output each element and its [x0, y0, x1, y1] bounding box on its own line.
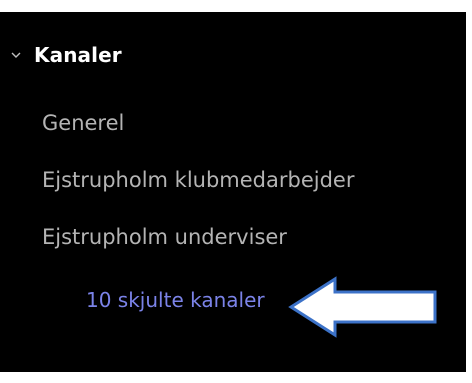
section-title: Kanaler: [34, 43, 122, 67]
channel-item-underviser[interactable]: Ejstrupholm underviser: [42, 225, 287, 249]
left-arrow-icon: [288, 276, 437, 338]
channel-item-generel[interactable]: Generel: [42, 111, 124, 135]
channel-sidebar: Kanaler Generel Ejstrupholm klubmedarbej…: [0, 12, 466, 372]
hidden-channels-link[interactable]: 10 skjulte kanaler: [86, 288, 265, 312]
channels-section-header[interactable]: Kanaler: [10, 38, 122, 72]
channel-item-klubmedarbejder[interactable]: Ejstrupholm klubmedarbejder: [42, 168, 355, 192]
chevron-down-icon: [11, 52, 21, 58]
